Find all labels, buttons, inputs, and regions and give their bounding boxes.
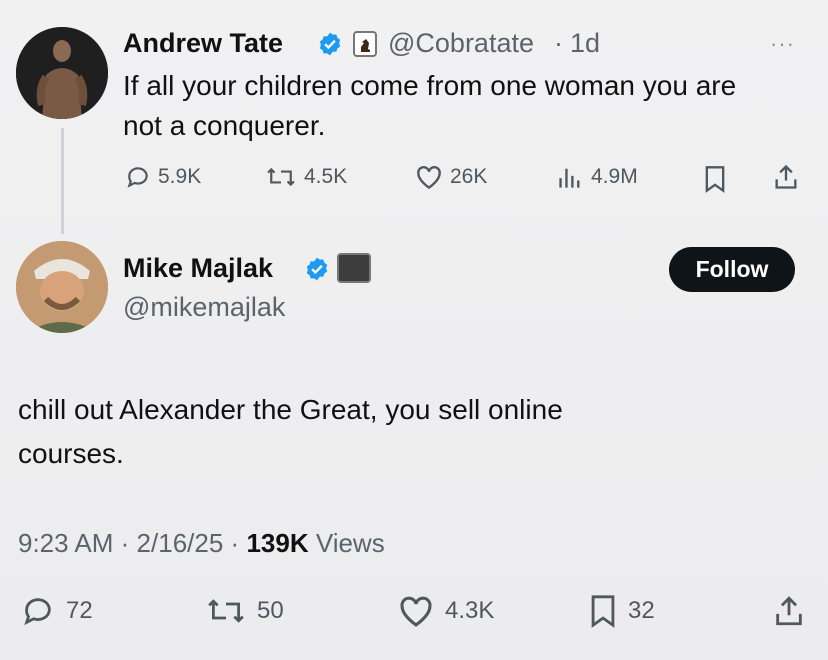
views-count: 4.9M bbox=[591, 165, 638, 188]
author-handle[interactable]: @Cobratate bbox=[388, 28, 534, 59]
like-count: 26K bbox=[450, 165, 488, 188]
repost-count: 50 bbox=[257, 597, 284, 624]
follow-button[interactable]: Follow bbox=[669, 247, 795, 292]
reply-icon bbox=[127, 167, 148, 188]
bookmark-count: 32 bbox=[628, 597, 655, 624]
views-action[interactable]: 4.9M bbox=[555, 164, 638, 190]
author-name[interactable]: Andrew Tate bbox=[123, 28, 283, 59]
affiliation-chess-icon bbox=[353, 31, 377, 57]
tweet-thread: Andrew Tate @Cobratate · 1d ··· If all y… bbox=[0, 0, 828, 660]
avatar-andrew-tate[interactable] bbox=[16, 27, 108, 119]
author-handle[interactable]: @mikemajlak bbox=[123, 292, 285, 323]
separator: · bbox=[120, 528, 130, 558]
like-icon bbox=[417, 166, 441, 190]
repost-count: 4.5K bbox=[304, 165, 348, 188]
thread-connector-line bbox=[61, 128, 64, 234]
reply-action[interactable]: 5.9K bbox=[124, 164, 201, 190]
avatar-mike-majlak[interactable] bbox=[16, 241, 108, 333]
share-icon[interactable] bbox=[772, 594, 806, 628]
views-icon bbox=[559, 168, 580, 188]
author-name[interactable]: Mike Majlak bbox=[123, 253, 273, 284]
tweet-text-line-2: not a conquerer. bbox=[123, 110, 326, 141]
like-icon bbox=[400, 596, 432, 627]
reply-count: 72 bbox=[66, 597, 93, 624]
tweet-text-line-1: If all your children come from one woman… bbox=[123, 70, 737, 101]
views-label: Views bbox=[315, 528, 385, 558]
affiliation-podcast-icon bbox=[337, 253, 371, 283]
like-count: 4.3K bbox=[445, 597, 495, 624]
reply-text-line-2: courses. bbox=[18, 438, 124, 469]
repost-icon bbox=[267, 167, 295, 187]
post-metadata: 9:23 AM · 2/16/25 · 139K Views bbox=[18, 528, 385, 559]
verified-badge-icon bbox=[319, 32, 341, 56]
reply-text-line-1: chill out Alexander the Great, you sell … bbox=[18, 394, 563, 425]
verified-badge-icon bbox=[306, 257, 328, 281]
reply-action[interactable]: 72 bbox=[20, 594, 93, 628]
more-icon[interactable]: ··· bbox=[770, 31, 795, 57]
repost-action[interactable]: 4.5K bbox=[264, 164, 347, 190]
bookmark-action[interactable]: 32 bbox=[588, 594, 655, 628]
post-time[interactable]: 1d bbox=[570, 28, 600, 59]
like-action[interactable]: 26K bbox=[414, 164, 487, 190]
separator: · bbox=[554, 28, 563, 58]
repost-icon bbox=[208, 599, 244, 623]
views-count: 139K bbox=[246, 528, 309, 558]
post-date[interactable]: 2/16/25 bbox=[137, 528, 224, 558]
separator: · bbox=[230, 528, 240, 558]
repost-action[interactable]: 50 bbox=[205, 594, 284, 628]
bookmark-icon[interactable] bbox=[703, 165, 727, 193]
bookmark-icon bbox=[591, 595, 615, 628]
reply-count: 5.9K bbox=[158, 165, 202, 188]
like-action[interactable]: 4.3K bbox=[397, 594, 494, 628]
post-time[interactable]: 9:23 AM bbox=[18, 528, 113, 558]
share-icon[interactable] bbox=[772, 163, 800, 191]
reply-icon bbox=[24, 598, 51, 626]
